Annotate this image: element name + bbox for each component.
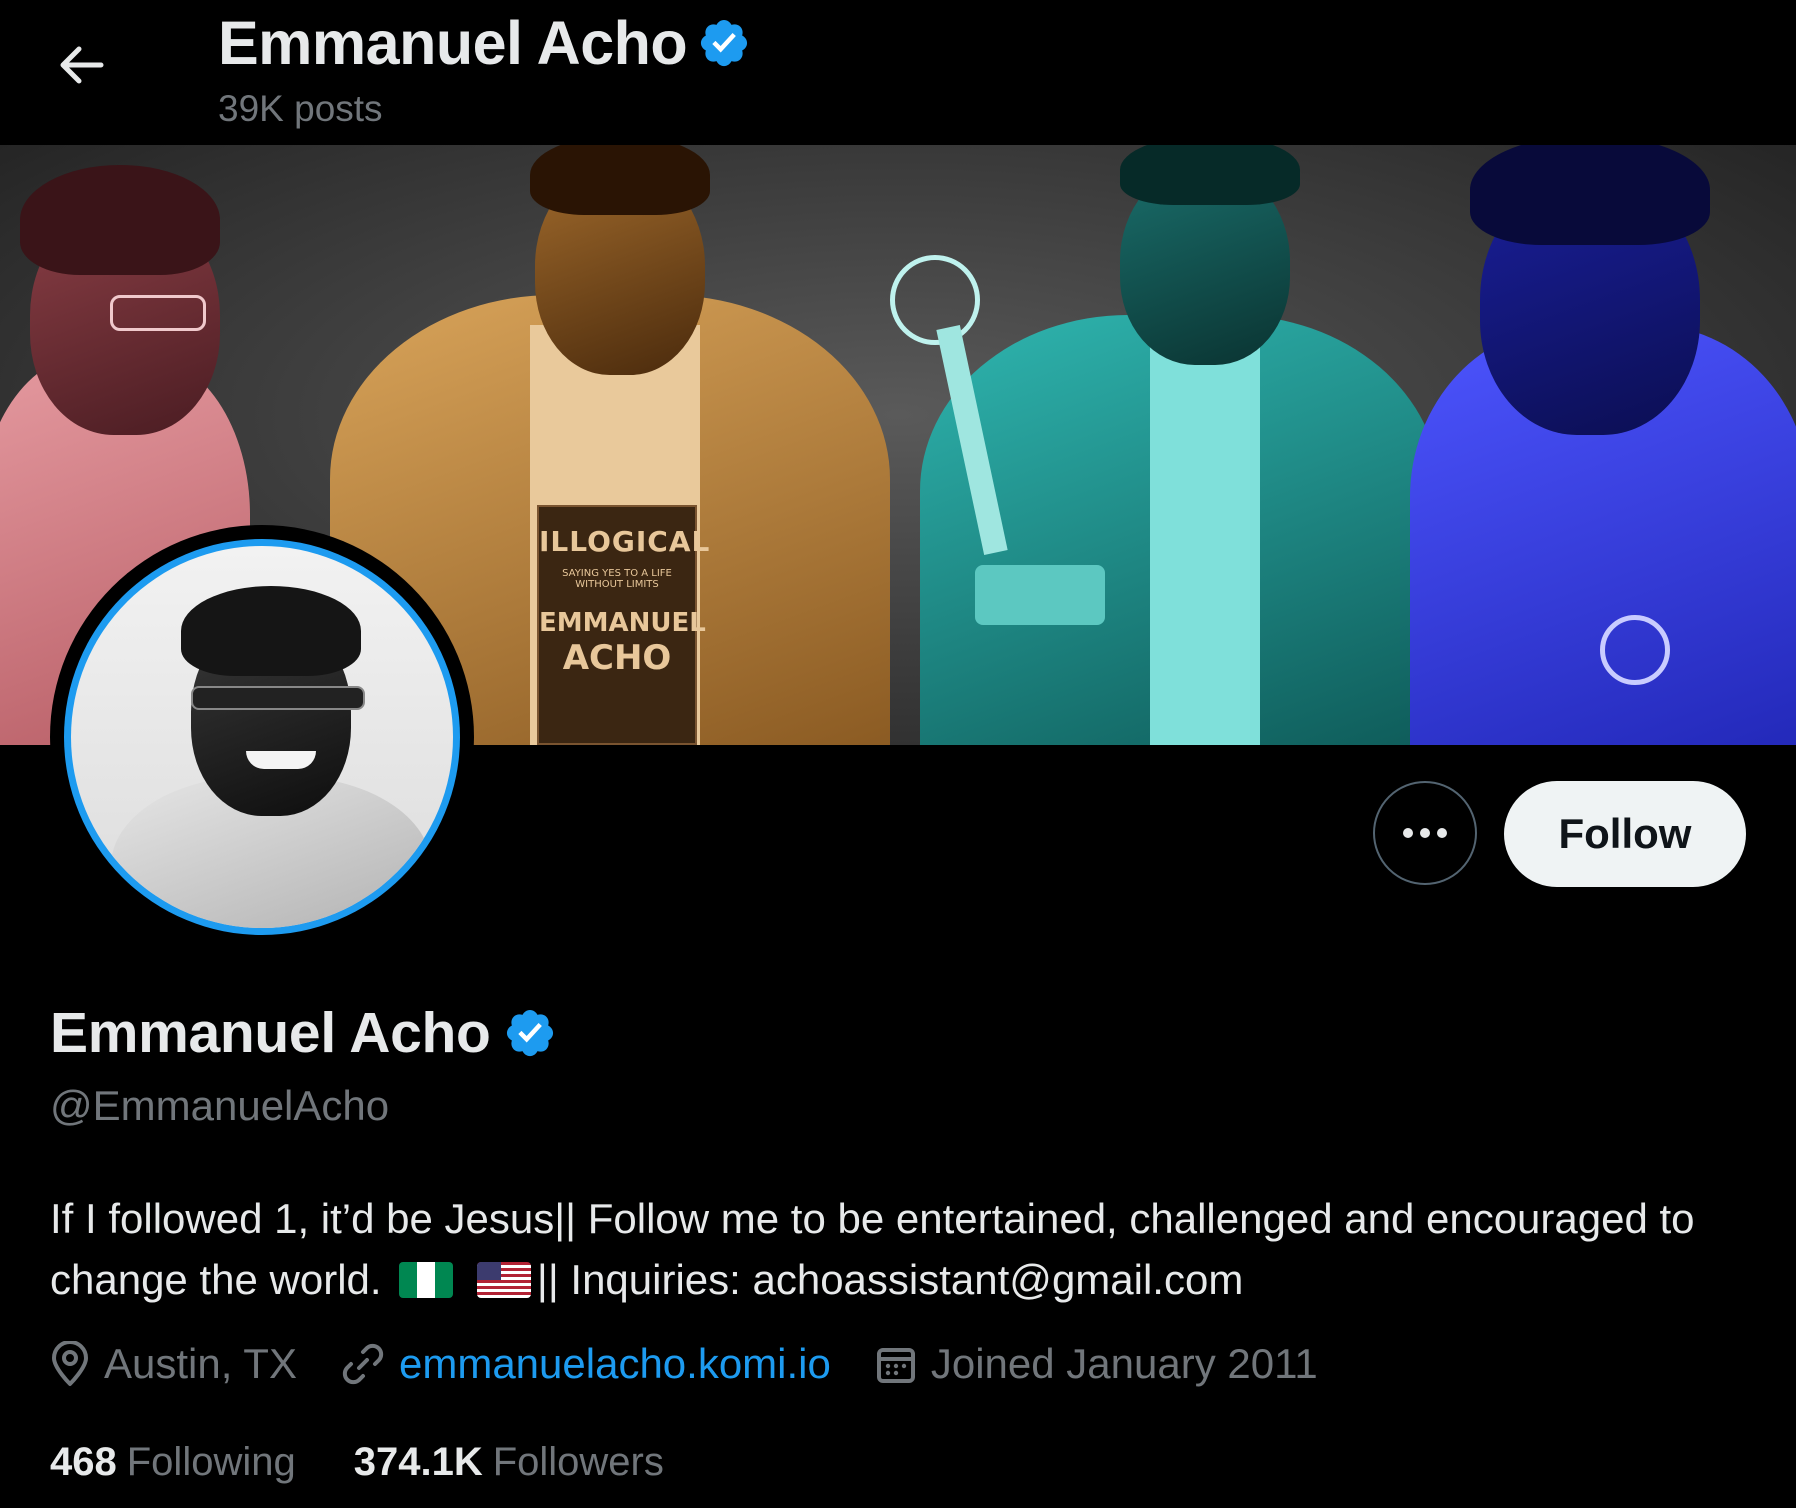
avatar-ring (64, 539, 460, 935)
banner-figure-3 (880, 145, 1440, 745)
verified-badge-icon[interactable] (503, 1006, 557, 1060)
display-name: Emmanuel Acho (50, 1001, 491, 1065)
following-link[interactable]: 468 Following (50, 1440, 296, 1485)
join-date-text: Joined January 2011 (930, 1340, 1318, 1387)
join-date: Joined January 2011 (875, 1340, 1318, 1388)
follow-button[interactable]: Follow (1504, 781, 1746, 887)
bio-inquiries: || Inquiries: achoassistant@gmail.com (536, 1256, 1244, 1303)
arrow-left-icon (60, 46, 104, 84)
header-title: Emmanuel Acho (218, 8, 751, 78)
followers-count: 374.1K (353, 1440, 483, 1484)
following-count: 468 (50, 1440, 117, 1484)
emmy-trophy (890, 255, 980, 345)
profile-bio: If I followed 1, it’d be Jesus|| Follow … (50, 1188, 1750, 1310)
link-icon (342, 1343, 384, 1385)
profile-handle: @EmmanuelAcho (50, 1082, 390, 1129)
website-link[interactable]: emmanuelacho.komi.io (399, 1340, 831, 1388)
verified-badge-icon (701, 19, 748, 67)
calendar-icon (876, 1348, 915, 1383)
avatar-photo (71, 546, 453, 928)
website: emmanuelacho.komi.io (341, 1340, 831, 1388)
following-label: Following (126, 1440, 296, 1484)
header-name: Emmanuel Acho (218, 9, 688, 77)
location-pin-icon (52, 1341, 88, 1386)
back-button[interactable] (46, 30, 116, 100)
book-title: ILLOGICAL (539, 525, 711, 558)
top-bar: Emmanuel Acho 39K posts (0, 0, 1796, 145)
banner-figure-4 (1410, 145, 1796, 745)
book-subtitle: SAYING YES TO A LIFE WITHOUT LIMITS (562, 568, 672, 590)
location-text: Austin, TX (104, 1340, 297, 1387)
more-dots-icon (1403, 828, 1447, 838)
more-options-button[interactable] (1373, 781, 1477, 885)
profile-stats: 468 Following 374.1K Followers (50, 1440, 722, 1485)
post-count: 39K posts (218, 88, 383, 129)
profile-name: Emmanuel Acho (50, 1000, 557, 1066)
location: Austin, TX (50, 1340, 297, 1388)
banner-book: ILLOGICAL SAYING YES TO A LIFE WITHOUT L… (537, 505, 711, 745)
book-author-first: EMMANUEL (539, 608, 706, 638)
profile-avatar[interactable] (50, 525, 474, 949)
nigeria-flag-icon (399, 1262, 454, 1298)
followers-link[interactable]: 374.1K Followers (354, 1440, 664, 1485)
profile-meta: Austin, TX emmanuelacho.komi.io Joined J… (50, 1340, 1362, 1388)
book-author-last: ACHO (562, 638, 672, 678)
usa-flag-icon (476, 1262, 531, 1298)
followers-label: Followers (492, 1440, 664, 1484)
